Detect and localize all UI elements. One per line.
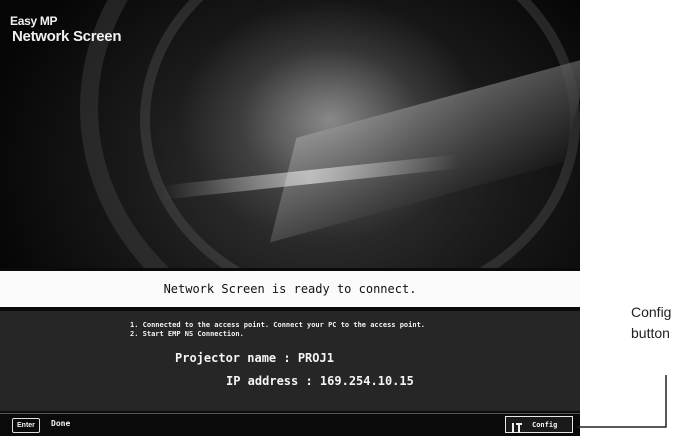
instruction-line-1: 1. Connected to the access point. Connec… <box>130 321 426 329</box>
config-icon <box>512 419 522 433</box>
config-button[interactable]: Config <box>505 416 573 433</box>
ip-address: IP address : 169.254.10.15 <box>226 374 414 388</box>
enter-key-button[interactable]: Enter <box>12 418 40 433</box>
callout-line-1: Config <box>631 304 672 320</box>
projector-screen: Easy MP Network Screen Network Screen is… <box>0 0 580 436</box>
app-logo: Easy MP Network Screen <box>10 14 121 44</box>
info-panel: 1. Connected to the access point. Connec… <box>0 311 580 411</box>
logo-line-2: Network Screen <box>12 28 122 45</box>
logo-line-1: Easy MP <box>10 14 58 28</box>
config-label: Config <box>532 420 558 429</box>
projector-name: Projector name : PROJ1 <box>175 351 334 365</box>
config-button-callout: Config button <box>631 302 671 344</box>
status-message: Network Screen is ready to connect. <box>163 282 417 296</box>
instruction-line-2: 2. Start EMP NS Connection. <box>130 330 244 338</box>
callout-line-2: button <box>631 325 670 341</box>
done-label: Done <box>51 419 71 428</box>
background-photo: Easy MP Network Screen <box>0 0 580 268</box>
instructions: 1. Connected to the access point. Connec… <box>130 321 425 339</box>
status-bar: Network Screen is ready to connect. <box>0 271 580 307</box>
bottom-bar: Enter Done Config <box>0 413 580 436</box>
